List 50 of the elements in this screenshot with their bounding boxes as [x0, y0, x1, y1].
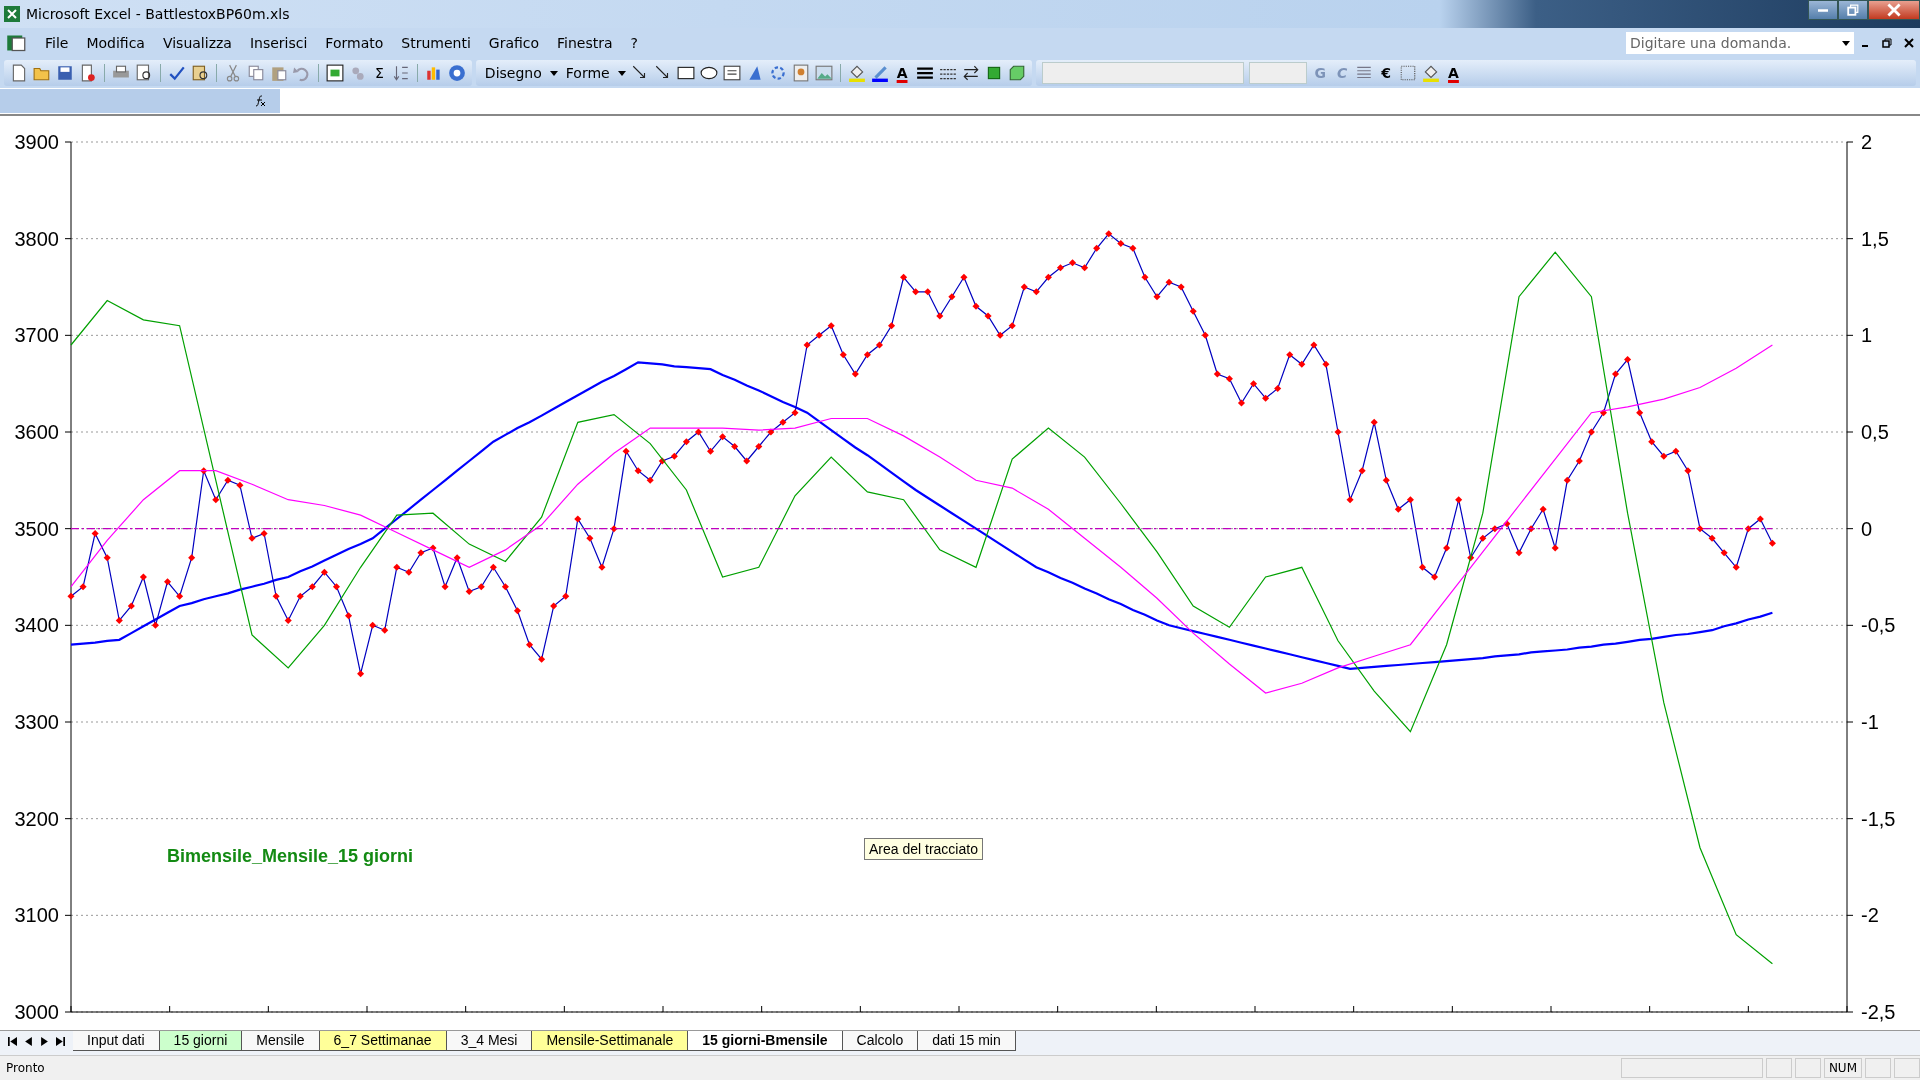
- axis-label: 1,5: [1861, 227, 1889, 250]
- axis-label: -2,5: [1861, 1001, 1896, 1023]
- menu-item[interactable]: File: [36, 33, 78, 53]
- menu-item[interactable]: Visualizza: [153, 33, 241, 53]
- axis-label: 3300: [14, 711, 59, 733]
- sheet-tab[interactable]: 3_4 Mesi: [446, 1031, 533, 1051]
- font-color-button[interactable]: A: [1445, 65, 1462, 81]
- chart-title: Bimensile_Mensile_15 giorni: [167, 846, 414, 866]
- axis-label: 1: [1861, 324, 1873, 347]
- shapes-menu[interactable]: Forme: [562, 65, 613, 81]
- drawing-menu[interactable]: Disegno: [481, 65, 545, 81]
- axis-label: 3400: [14, 614, 59, 637]
- axis-label: 0: [1861, 517, 1873, 540]
- sheet-tab[interactable]: Input dati: [73, 1031, 160, 1051]
- menu-item[interactable]: ?: [621, 33, 647, 53]
- menu-item[interactable]: Formato: [316, 33, 393, 53]
- axis-label: -2: [1861, 904, 1879, 927]
- axis-label: 3000: [14, 1001, 59, 1023]
- axis-label: 3800: [14, 227, 59, 250]
- axis-label: 2: [1861, 131, 1873, 153]
- menu-item[interactable]: Grafico: [479, 33, 549, 53]
- tooltip: Area del tracciato: [864, 838, 983, 860]
- axis-label: -1: [1861, 711, 1879, 733]
- num-lock-indicator: NUM: [1823, 1058, 1862, 1078]
- status-text: Pronto: [6, 1061, 45, 1075]
- sheet-tab[interactable]: 6_7 Settimanae: [319, 1031, 447, 1051]
- help-search-field[interactable]: Digitare una domanda.: [1626, 32, 1854, 54]
- window-title: Microsoft Excel - BattlestoxBP60m.xls: [26, 6, 290, 22]
- axis-label: 3700: [14, 324, 59, 347]
- sheet-tab[interactable]: 15 giorni-Bmensile: [688, 1031, 843, 1051]
- axis-label: 3600: [14, 421, 59, 443]
- axis-label: 3500: [14, 517, 59, 540]
- sheet-tab[interactable]: dati 15 min: [918, 1031, 1016, 1051]
- menu-item[interactable]: Finestra: [548, 33, 622, 53]
- font-color-button[interactable]: A: [893, 65, 911, 81]
- axis-label: -1,5: [1861, 807, 1896, 830]
- menu-item[interactable]: Inserisci: [240, 33, 317, 53]
- menu-item[interactable]: Modifica: [77, 33, 154, 53]
- axis-label: -0,5: [1861, 614, 1896, 637]
- axis-label: 0,5: [1861, 421, 1889, 443]
- sheet-tab[interactable]: Mensile-Settimanale: [532, 1031, 689, 1051]
- axis-label: 3100: [14, 904, 59, 927]
- axis-label: 3200: [14, 807, 59, 830]
- sheet-tab[interactable]: 15 giorni: [159, 1031, 243, 1051]
- menu-item[interactable]: Strumenti: [392, 33, 480, 53]
- autosum-button[interactable]: Σ: [372, 65, 387, 81]
- currency-button[interactable]: €: [1378, 65, 1395, 81]
- axis-label: 3900: [14, 131, 59, 153]
- sheet-tab[interactable]: Mensile: [242, 1031, 320, 1051]
- sheet-tab[interactable]: Calcolo: [842, 1031, 919, 1051]
